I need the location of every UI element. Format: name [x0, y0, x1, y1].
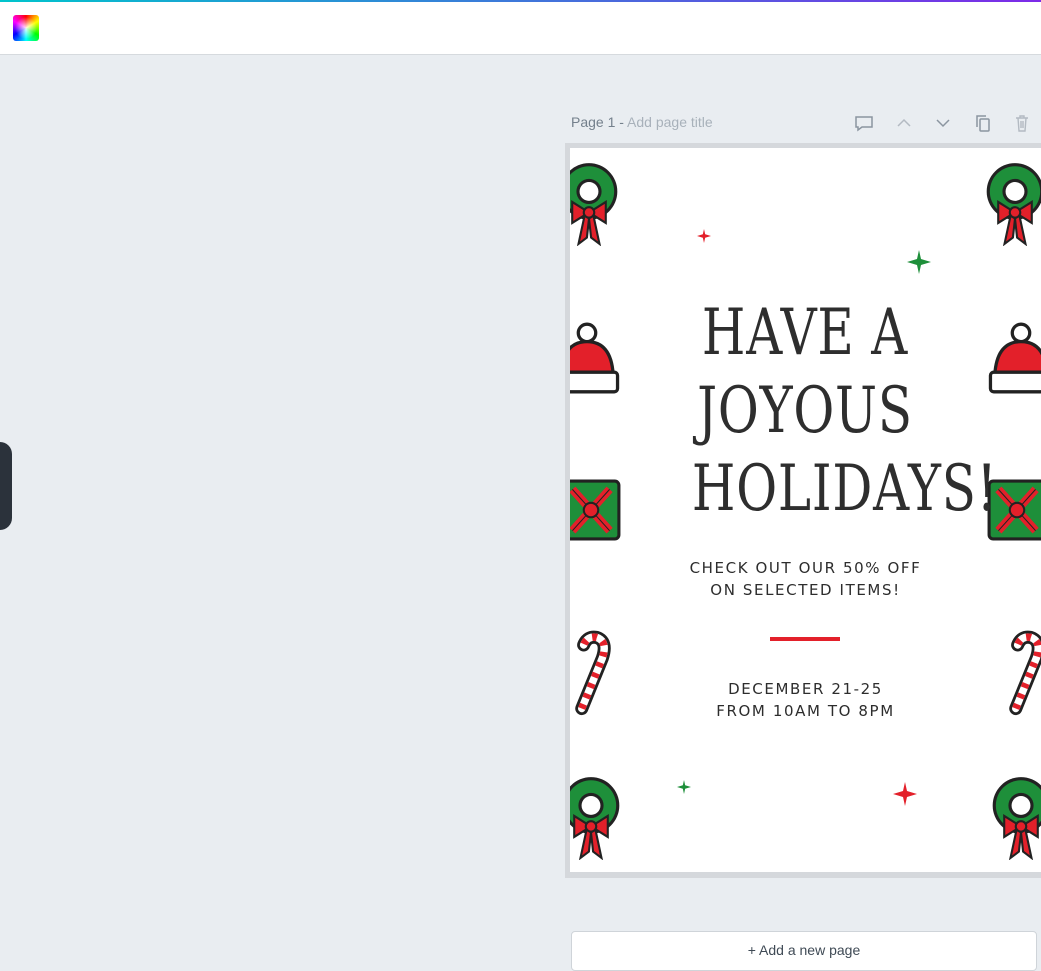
headline-line: JOYOUS [697, 374, 913, 448]
wreath-icon [570, 774, 626, 860]
gift-icon [570, 474, 622, 544]
delete-icon[interactable] [1011, 112, 1033, 134]
duplicate-icon[interactable] [972, 112, 994, 134]
page-header: Page 1 - Add page title [571, 112, 1041, 134]
add-new-page-button[interactable]: + Add a new page [571, 931, 1037, 971]
move-up-icon[interactable] [893, 112, 915, 134]
wreath-icon [986, 774, 1041, 860]
top-bar [0, 0, 1041, 55]
offer-line: ON SELECTED ITEMS! [710, 581, 901, 599]
star-icon [677, 780, 691, 794]
page-label: Page 1 - [571, 114, 628, 130]
headline[interactable]: HAVE A JOYOUS HOLIDAYS! [691, 294, 998, 528]
date-line: FROM 10AM TO 8PM [716, 702, 895, 720]
color-swatch-logo-icon[interactable] [13, 15, 39, 41]
date-text[interactable]: DECEMBER 21-25 FROM 10AM TO 8PM [570, 678, 1041, 722]
wreath-icon [570, 160, 622, 246]
headline-line: HAVE A [701, 296, 909, 370]
comment-icon[interactable] [853, 112, 875, 134]
santa-hat-icon [570, 322, 622, 394]
star-icon [893, 782, 917, 806]
santa-hat-icon [986, 322, 1041, 394]
top-accent-line [0, 0, 1041, 2]
side-panel-toggle[interactable] [0, 442, 12, 530]
move-down-icon[interactable] [932, 112, 954, 134]
date-line: DECEMBER 21-25 [728, 680, 883, 698]
offer-text[interactable]: CHECK OUT OUR 50% OFF ON SELECTED ITEMS! [570, 557, 1041, 601]
offer-line: CHECK OUT OUR 50% OFF [689, 559, 922, 577]
wreath-icon [982, 160, 1041, 246]
star-icon [907, 250, 931, 274]
star-icon [697, 229, 711, 243]
page-title-input[interactable]: Add page title [627, 114, 713, 130]
design-page[interactable]: HAVE A JOYOUS HOLIDAYS! CHECK OUT OUR 50… [570, 148, 1041, 872]
headline-line: HOLIDAYS! [691, 452, 998, 526]
red-divider [770, 637, 840, 641]
page-label-wrap: Page 1 - Add page title [571, 114, 713, 130]
